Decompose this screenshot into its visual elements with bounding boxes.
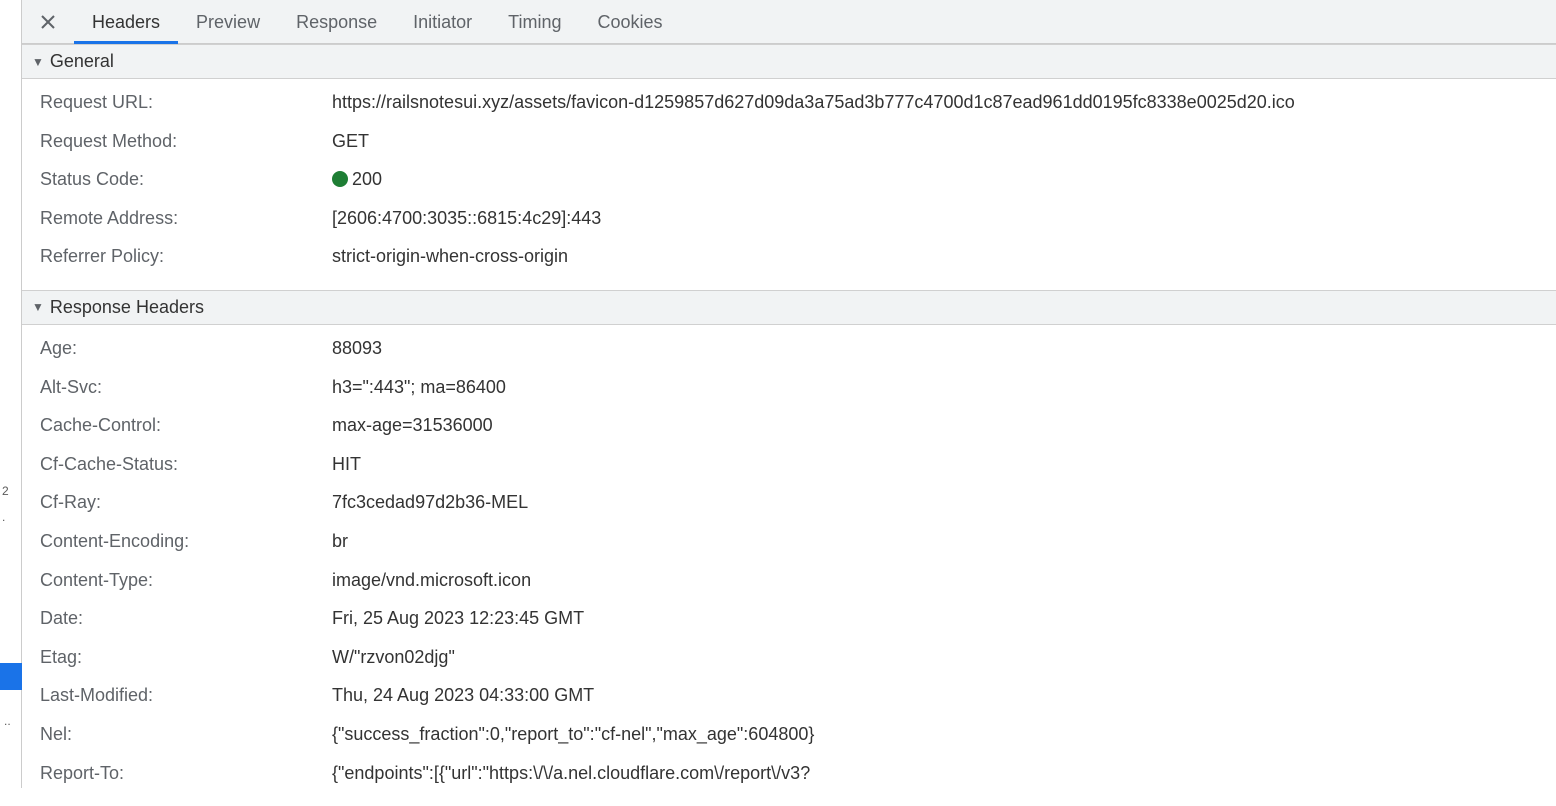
- section-header-general[interactable]: ▼ General: [22, 44, 1556, 79]
- header-row: Remote Address:[2606:4700:3035::6815:4c2…: [22, 199, 1556, 238]
- status-dot-icon: [332, 171, 348, 187]
- selected-request-indicator: [0, 663, 22, 690]
- header-name: Status Code:: [22, 164, 332, 195]
- section-title: General: [50, 51, 114, 72]
- header-value: Thu, 24 Aug 2023 04:33:00 GMT: [332, 680, 1556, 711]
- header-row: Content-Encoding:br: [22, 522, 1556, 561]
- disclosure-triangle-icon: ▼: [32, 55, 44, 69]
- header-name: Cache-Control:: [22, 410, 332, 441]
- header-value: [2606:4700:3035::6815:4c29]:443: [332, 203, 1556, 234]
- detail-tabs: HeadersPreviewResponseInitiatorTimingCoo…: [22, 0, 1556, 44]
- header-name: Content-Type:: [22, 565, 332, 596]
- header-row: Request Method:GET: [22, 122, 1556, 161]
- header-row: Date:Fri, 25 Aug 2023 12:23:45 GMT: [22, 599, 1556, 638]
- header-value: h3=":443"; ma=86400: [332, 372, 1556, 403]
- header-row: Cf-Ray:7fc3cedad97d2b36-MEL: [22, 483, 1556, 522]
- header-row: Status Code:200: [22, 160, 1556, 199]
- close-icon[interactable]: [36, 10, 60, 34]
- header-name: Referrer Policy:: [22, 241, 332, 272]
- header-row: Etag:W/"rzvon02djg": [22, 638, 1556, 677]
- gutter-mark: .: [2, 510, 5, 524]
- header-value: GET: [332, 126, 1556, 157]
- tab-preview[interactable]: Preview: [178, 0, 278, 44]
- tab-timing[interactable]: Timing: [490, 0, 579, 44]
- tab-cookies[interactable]: Cookies: [580, 0, 681, 44]
- header-name: Date:: [22, 603, 332, 634]
- disclosure-triangle-icon: ▼: [32, 300, 44, 314]
- header-value: strict-origin-when-cross-origin: [332, 241, 1556, 272]
- network-list-gutter: 2 . ..: [0, 0, 22, 788]
- gutter-dots: ..: [4, 714, 11, 728]
- tab-headers[interactable]: Headers: [74, 0, 178, 44]
- header-name: Etag:: [22, 642, 332, 673]
- header-value: {"endpoints":[{"url":"https:\/\/a.nel.cl…: [332, 758, 1556, 789]
- response-headers-body: Age:88093Alt-Svc:h3=":443"; ma=86400Cach…: [22, 325, 1556, 806]
- header-row: Cf-Cache-Status:HIT: [22, 445, 1556, 484]
- header-row: Last-Modified:Thu, 24 Aug 2023 04:33:00 …: [22, 676, 1556, 715]
- header-value: W/"rzvon02djg": [332, 642, 1556, 673]
- header-value: {"success_fraction":0,"report_to":"cf-ne…: [332, 719, 1556, 750]
- header-row: Alt-Svc:h3=":443"; ma=86400: [22, 368, 1556, 407]
- header-name: Remote Address:: [22, 203, 332, 234]
- header-value: 7fc3cedad97d2b36-MEL: [332, 487, 1556, 518]
- header-name: Cf-Ray:: [22, 487, 332, 518]
- header-name: Alt-Svc:: [22, 372, 332, 403]
- header-value: max-age=31536000: [332, 410, 1556, 441]
- header-name: Cf-Cache-Status:: [22, 449, 332, 480]
- header-name: Last-Modified:: [22, 680, 332, 711]
- header-value: 200: [332, 164, 1556, 195]
- tab-initiator[interactable]: Initiator: [395, 0, 490, 44]
- header-row: Request URL:https://railsnotesui.xyz/ass…: [22, 83, 1556, 122]
- header-name: Content-Encoding:: [22, 526, 332, 557]
- header-value: image/vnd.microsoft.icon: [332, 565, 1556, 596]
- header-value: https://railsnotesui.xyz/assets/favicon-…: [332, 87, 1556, 118]
- header-name: Request Method:: [22, 126, 332, 157]
- header-name: Report-To:: [22, 758, 332, 789]
- header-value: 88093: [332, 333, 1556, 364]
- section-title: Response Headers: [50, 297, 204, 318]
- general-body: Request URL:https://railsnotesui.xyz/ass…: [22, 79, 1556, 290]
- header-row: Referrer Policy:strict-origin-when-cross…: [22, 237, 1556, 276]
- header-value: HIT: [332, 449, 1556, 480]
- header-name: Request URL:: [22, 87, 332, 118]
- header-row: Report-To:{"endpoints":[{"url":"https:\/…: [22, 754, 1556, 793]
- header-row: Nel:{"success_fraction":0,"report_to":"c…: [22, 715, 1556, 754]
- header-name: Age:: [22, 333, 332, 364]
- header-row: Age:88093: [22, 329, 1556, 368]
- header-value: br: [332, 526, 1556, 557]
- header-row: Cache-Control:max-age=31536000: [22, 406, 1556, 445]
- header-name: Nel:: [22, 719, 332, 750]
- header-row: Content-Type:image/vnd.microsoft.icon: [22, 561, 1556, 600]
- header-value: Fri, 25 Aug 2023 12:23:45 GMT: [332, 603, 1556, 634]
- section-header-response-headers[interactable]: ▼ Response Headers: [22, 290, 1556, 325]
- tab-response[interactable]: Response: [278, 0, 395, 44]
- gutter-mark: 2: [2, 484, 9, 498]
